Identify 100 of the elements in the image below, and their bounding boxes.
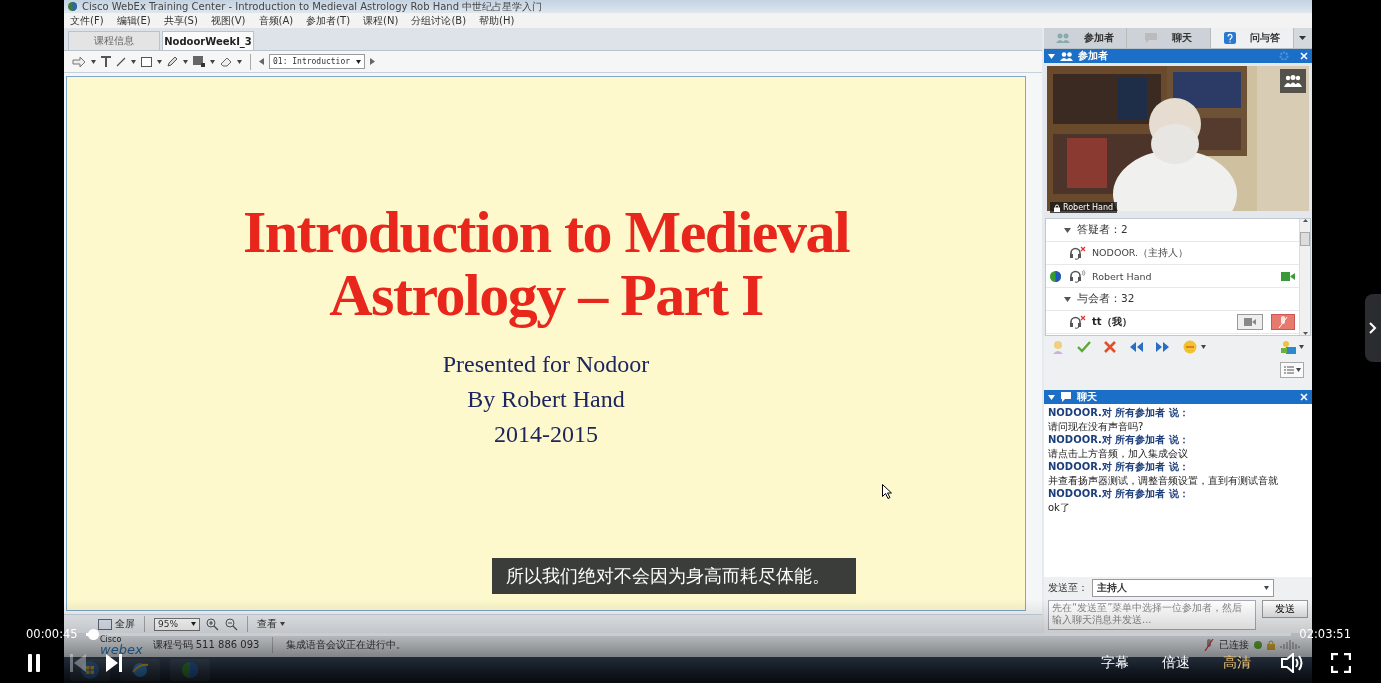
menu-item[interactable]: 文件(F) <box>70 13 104 28</box>
close-icon[interactable] <box>1300 52 1308 60</box>
fullscreen-button[interactable]: 全屏 <box>98 617 135 631</box>
player-option[interactable]: 高清 <box>1223 654 1251 672</box>
progress-handle[interactable] <box>87 628 99 640</box>
smiley-icon[interactable] <box>1183 340 1197 354</box>
menu-item[interactable]: 分组讨论(B) <box>411 13 467 28</box>
pencil-icon[interactable] <box>167 56 178 67</box>
page-dropdown[interactable]: 01: Introductior <box>269 54 366 69</box>
cross-icon[interactable] <box>1104 341 1116 353</box>
panel-tab[interactable]: 参加者 <box>1044 28 1128 48</box>
camera-button[interactable] <box>1237 314 1263 330</box>
caret-icon <box>1299 345 1304 349</box>
browser-icon[interactable] <box>131 661 149 679</box>
caret-icon <box>237 59 242 64</box>
lock-icon <box>1054 203 1060 212</box>
dropdown-caret-icon[interactable] <box>1299 36 1307 40</box>
connection-status: 已连接 <box>1219 638 1249 652</box>
participant-name: NODOOR.（主持人） <box>1092 246 1189 260</box>
caret-icon <box>91 59 96 64</box>
chat-message: 并查看扬声器测试，调整音频设置，直到有测试音就 <box>1048 473 1279 487</box>
menu-item[interactable]: 课程(N) <box>363 13 399 28</box>
scrollbar-thumb[interactable] <box>1300 232 1310 246</box>
zoom-in-icon[interactable] <box>206 617 219 631</box>
document-tab[interactable]: NodoorWeekI_3 <box>162 31 254 50</box>
caret-icon <box>131 59 136 64</box>
document-tab[interactable]: 课程信息 <box>68 31 160 50</box>
check-icon[interactable] <box>1077 341 1091 353</box>
caret-icon <box>280 622 285 626</box>
subtitle-caption: 所以我们绝对不会因为身高而耗尽体能。 <box>492 558 856 594</box>
expanded-triangle-icon[interactable] <box>1064 227 1071 233</box>
expanded-triangle-icon[interactable] <box>1064 296 1071 302</box>
menu-item[interactable]: 音频(A) <box>258 13 294 28</box>
zoom-out-icon[interactable] <box>225 617 238 631</box>
lock-icon <box>1267 640 1275 650</box>
start-orb-icon[interactable] <box>81 661 99 679</box>
speech-bubble-icon <box>1060 392 1072 402</box>
view-menu-button[interactable]: 查看 <box>257 617 285 631</box>
expand-panel-button[interactable] <box>1365 294 1381 362</box>
rewind-icon[interactable] <box>1129 342 1143 352</box>
slide-text: 2014-2015 <box>494 420 598 449</box>
panel-title: 参加者 <box>1078 49 1108 63</box>
microphone-muted-icon <box>1204 639 1214 651</box>
fullscreen-button[interactable] <box>1331 653 1351 673</box>
group-label: 答疑者：2 <box>1077 223 1128 237</box>
color-fill-icon[interactable] <box>193 56 205 67</box>
chat-message: 请点击上方音频，加入集成会议 <box>1048 446 1189 460</box>
caret-icon <box>356 59 362 64</box>
video-camera-icon <box>1244 318 1256 326</box>
eraser-icon[interactable] <box>220 56 232 67</box>
panel-tab[interactable]: 聊天 <box>1127 28 1211 48</box>
close-icon[interactable] <box>1300 393 1308 401</box>
chevron-right-icon <box>1369 322 1377 334</box>
next-page-icon[interactable] <box>370 58 376 65</box>
microphone-muted-icon <box>1278 316 1288 328</box>
zoom-dropdown[interactable]: 95% <box>154 617 200 631</box>
recipient-dropdown[interactable]: 主持人 <box>1092 579 1274 597</box>
course-number: 课程号码 511 886 093 <box>152 638 260 652</box>
send-button[interactable]: 发送 <box>1262 600 1308 618</box>
volume-button[interactable] <box>1281 653 1303 673</box>
collapse-triangle-icon[interactable] <box>1048 53 1055 59</box>
collapse-triangle-icon[interactable] <box>1048 394 1055 400</box>
list-options-button[interactable] <box>1280 362 1304 378</box>
menu-item[interactable]: 帮助(H) <box>479 13 515 28</box>
menu-item[interactable]: 编辑(E) <box>116 13 151 28</box>
player-option[interactable]: 字幕 <box>1101 654 1129 672</box>
participant-row[interactable]: NODOOR.（主持人） <box>1046 242 1299 265</box>
chat-sender: NODOOR.对 所有参加者 说： <box>1048 487 1190 501</box>
previous-page-icon[interactable] <box>259 58 264 65</box>
panel-tab[interactable]: 问与答 <box>1210 28 1294 48</box>
list-icon <box>1283 366 1294 374</box>
fast-forward-icon[interactable] <box>1156 342 1170 352</box>
text-tool-icon[interactable] <box>101 56 111 67</box>
question-icon <box>1223 32 1236 44</box>
share-people-icon[interactable] <box>1281 340 1297 354</box>
participants-view-button[interactable] <box>1280 69 1306 93</box>
send-to-label: 发送至： <box>1048 581 1088 595</box>
mouse-pointer-icon <box>882 484 892 499</box>
chat-input-field[interactable]: 先在“发送至”菜单中选择一位参加者，然后输入聊天消息并发送... <box>1048 600 1256 630</box>
arrow-tool-icon[interactable] <box>72 56 86 67</box>
slide-title: Introduction to Medieval <box>242 201 850 264</box>
chat-message: 请问现在没有声音吗? <box>1048 419 1145 433</box>
menu-item[interactable]: 视图(V) <box>210 13 246 28</box>
audio-status: 集成语音会议正在进行中。 <box>286 638 407 652</box>
participant-row[interactable]: Robert Hand <box>1046 265 1299 288</box>
caret-icon <box>157 59 162 64</box>
player-option[interactable]: 倍速 <box>1162 654 1190 672</box>
chat-sender: NODOOR.对 所有参加者 说： <box>1048 406 1190 420</box>
pause-button[interactable] <box>26 654 42 672</box>
rectangle-tool-icon[interactable] <box>141 56 152 67</box>
next-button[interactable] <box>106 654 122 672</box>
participant-row[interactable]: tt（我） <box>1046 311 1299 334</box>
line-tool-icon[interactable] <box>116 56 126 67</box>
caret-icon <box>1201 345 1206 349</box>
menu-item[interactable]: 参加者(T) <box>306 13 351 28</box>
menu-item[interactable]: 共享(S) <box>163 13 198 28</box>
caret-icon <box>210 59 215 64</box>
caret-icon <box>191 622 196 626</box>
microphone-button[interactable] <box>1271 314 1295 330</box>
fullscreen-icon <box>98 618 112 630</box>
